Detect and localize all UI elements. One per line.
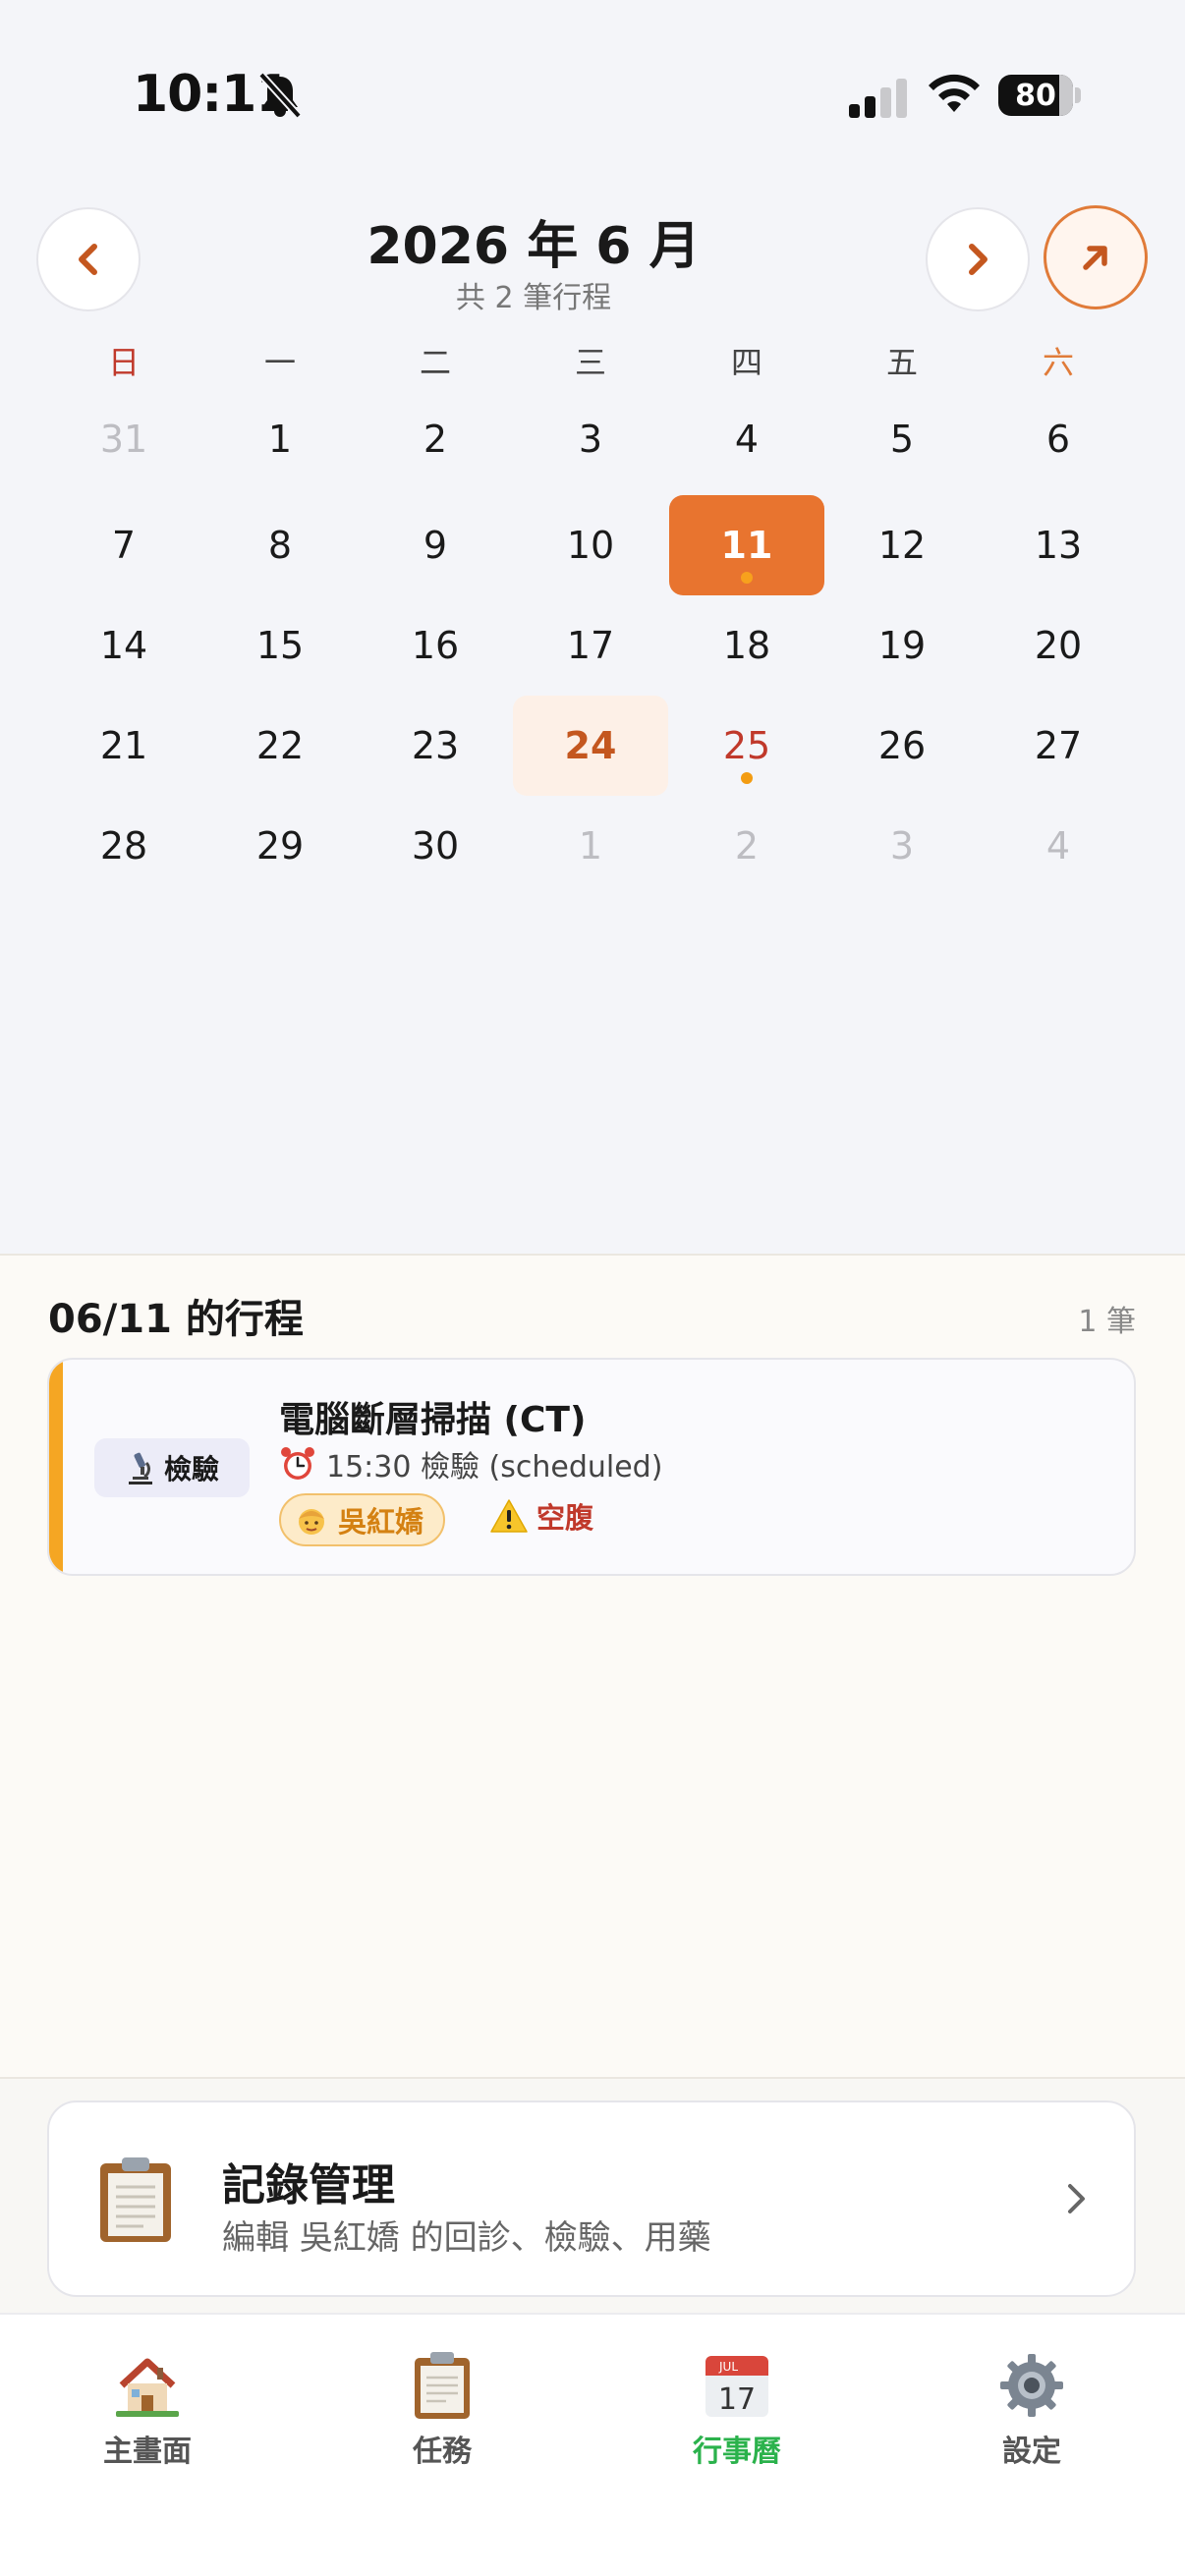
tab-bar: 主畫面 任務 JUL 17 行事曆 設定	[0, 2313, 1185, 2576]
warning-label: 空腹	[536, 1501, 594, 1535]
calendar-day[interactable]: 31	[46, 389, 201, 489]
tab-home[interactable]: 主畫面	[0, 2350, 295, 2470]
clipboard-icon	[100, 2157, 171, 2242]
calendar-day-today[interactable]: 24	[513, 696, 668, 796]
calendar-day[interactable]: 2	[358, 389, 513, 489]
calendar-day[interactable]: 14	[46, 595, 201, 696]
calendar-day[interactable]: 15	[202, 595, 358, 696]
records-subtitle: 編輯 吳紅嬌 的回診、檢驗、用藥	[222, 2218, 711, 2258]
calendar-day[interactable]: 9	[358, 495, 513, 595]
calendar-day-with-event[interactable]: 25	[669, 696, 824, 796]
bell-slash-icon	[258, 72, 302, 119]
gear-icon	[1000, 2354, 1063, 2417]
calendar-day[interactable]: 19	[824, 595, 980, 696]
status-bar: 10:11 80	[0, 0, 1185, 187]
calendar-day[interactable]: 3	[824, 796, 980, 896]
month-title: 2026 年 6 月	[367, 217, 701, 276]
calendar-day[interactable]: 30	[358, 796, 513, 896]
calendar-day-number: 25	[722, 724, 771, 767]
event-type-chip: 檢驗	[94, 1438, 250, 1497]
wifi-icon	[929, 74, 980, 112]
calendar-day[interactable]: 2	[669, 796, 824, 896]
battery-icon: 80	[998, 75, 1081, 116]
expand-button[interactable]	[1044, 205, 1148, 309]
calendar-day[interactable]: 21	[46, 696, 201, 796]
tab-label: 設定	[1002, 2435, 1061, 2469]
event-dot	[741, 572, 753, 584]
tab-label: 任務	[413, 2435, 472, 2469]
calendar-day[interactable]: 18	[669, 595, 824, 696]
calendar-day[interactable]: 1	[513, 796, 668, 896]
battery-cap	[1075, 87, 1081, 103]
svg-text:17: 17	[718, 2382, 756, 2417]
calendar-day[interactable]: 6	[981, 389, 1136, 489]
cellular-signal-icon	[849, 79, 907, 118]
calendar-icon: JUL 17	[705, 2356, 768, 2417]
calendar-day[interactable]: 26	[824, 696, 980, 796]
schedule-title: 06/11 的行程	[48, 1297, 304, 1342]
schedule-count: 1 筆	[1078, 1305, 1136, 1339]
chevron-right-icon	[969, 244, 988, 275]
battery-empty-segment	[1059, 75, 1073, 116]
calendar-day[interactable]: 29	[202, 796, 358, 896]
person-name: 吳紅嬌	[338, 1505, 424, 1539]
calendar-day[interactable]: 8	[202, 495, 358, 595]
weekday-sat: 六	[1042, 344, 1074, 381]
records-section: 記錄管理 編輯 吳紅嬌 的回診、檢驗、用藥	[0, 2077, 1185, 2313]
calendar-day[interactable]: 1	[202, 389, 358, 489]
calendar-day[interactable]: 27	[981, 696, 1136, 796]
weekday-tue: 二	[419, 344, 451, 381]
alarm-clock-icon	[281, 1447, 314, 1480]
event-meta: 15:30 檢驗 (scheduled)	[279, 1442, 662, 1485]
weekday-thu: 四	[730, 344, 762, 381]
event-type-label: 檢驗	[163, 1453, 219, 1485]
person-chip[interactable]: 吳紅嬌	[279, 1493, 446, 1546]
weekday-mon: 一	[263, 344, 296, 381]
person-icon	[299, 1509, 324, 1535]
tab-label: 行事曆	[693, 2435, 781, 2469]
clipboard-icon	[415, 2352, 470, 2419]
calendar-day[interactable]: 4	[669, 389, 824, 489]
fasting-warning: 空腹	[489, 1495, 593, 1537]
calendar-day[interactable]: 22	[202, 696, 358, 796]
event-count-subtitle: 共 2 筆行程	[455, 281, 612, 315]
event-dot	[741, 772, 753, 784]
next-month-button[interactable]	[926, 207, 1030, 311]
svg-text:JUL: JUL	[718, 2360, 738, 2374]
calendar-day[interactable]: 5	[824, 389, 980, 489]
event-time-type: 15:30 檢驗 (scheduled)	[326, 1450, 663, 1484]
calendar-day[interactable]: 28	[46, 796, 201, 896]
arrow-up-right-icon	[1083, 246, 1107, 270]
calendar-day[interactable]: 13	[981, 495, 1136, 595]
event-card[interactable]: 檢驗 電腦斷層掃描 (CT) 15:30 檢驗 (scheduled) 吳紅嬌	[47, 1358, 1136, 1576]
tab-settings[interactable]: 設定	[884, 2350, 1179, 2470]
calendar-day[interactable]: 4	[981, 796, 1136, 896]
calendar-day[interactable]: 7	[46, 495, 201, 595]
calendar-day[interactable]: 23	[358, 696, 513, 796]
tab-tasks[interactable]: 任務	[295, 2350, 590, 2470]
event-title: 電腦斷層掃描 (CT)	[279, 1400, 587, 1440]
calendar-day-number: 11	[720, 524, 773, 567]
calendar-day[interactable]: 17	[513, 595, 668, 696]
calendar-day[interactable]: 20	[981, 595, 1136, 696]
calendar-day-selected[interactable]: 11	[669, 495, 824, 595]
event-accent-bar	[49, 1360, 63, 1574]
records-title: 記錄管理	[222, 2160, 395, 2211]
weekday-sun: 日	[107, 344, 140, 381]
calendar-day[interactable]: 16	[358, 595, 513, 696]
calendar-day[interactable]: 3	[513, 389, 668, 489]
microscope-icon	[128, 1452, 152, 1484]
warning-icon	[490, 1499, 528, 1533]
tab-calendar[interactable]: JUL 17 行事曆	[590, 2350, 884, 2470]
schedule-section: 06/11 的行程 1 筆 檢驗 電腦斷層掃描 (CT) 15:30 檢驗 (s…	[0, 1254, 1185, 2077]
tab-label: 主畫面	[103, 2435, 192, 2469]
calendar-day[interactable]: 12	[824, 495, 980, 595]
records-management-card[interactable]: 記錄管理 編輯 吳紅嬌 的回診、檢驗、用藥	[47, 2100, 1136, 2297]
weekday-wed: 三	[574, 344, 606, 381]
house-icon	[116, 2358, 179, 2417]
calendar-day[interactable]: 10	[513, 495, 668, 595]
chevron-right-icon	[1068, 2184, 1085, 2213]
weekday-fri: 五	[885, 344, 918, 381]
